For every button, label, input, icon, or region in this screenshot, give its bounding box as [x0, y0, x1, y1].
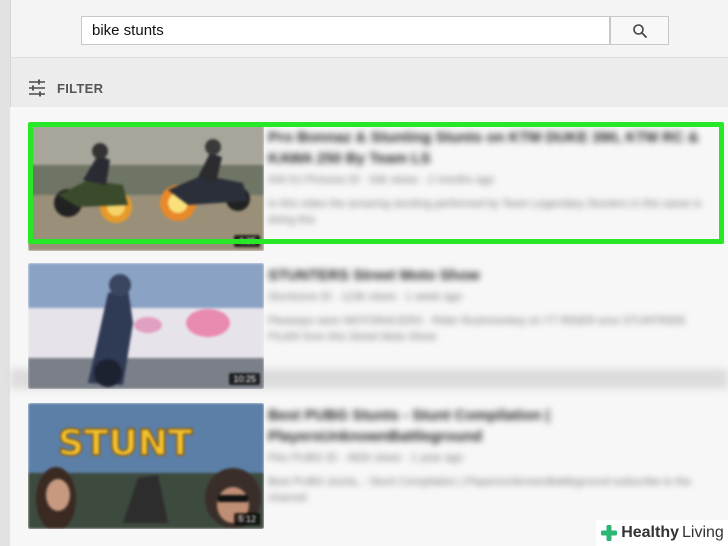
result-item[interactable]: STUNT 5:12 Best PUBG Stunts - Stunt Comp… [10, 403, 728, 533]
watermark: Healthy Living [596, 520, 728, 546]
result-title[interactable]: Best PUBG Stunts - Stunt Compilation | P… [268, 405, 718, 447]
result-description: In this video the amazing stunting perfo… [268, 198, 702, 226]
watermark-brand-light: Living [681, 524, 724, 541]
search-icon [632, 23, 647, 38]
search-input[interactable] [81, 16, 610, 45]
result-meta: STUNTERS Street Moto Show Stuntzone ID ·… [268, 265, 718, 345]
video-thumbnail[interactable]: 4:35 [28, 125, 264, 251]
result-item[interactable]: 10:25 STUNTERS Street Moto Show Stuntzon… [10, 263, 728, 393]
result-channel[interactable]: Stuntzone ID · 123k views · 1 week ago [268, 291, 718, 303]
filter-sliders-icon [29, 79, 45, 97]
video-duration: 10:25 [229, 373, 260, 385]
result-meta: Pro Bonnaz & Stunting Stunts on KTM DUKE… [268, 127, 718, 228]
video-duration: 5:12 [234, 513, 260, 525]
cross-logo-icon [601, 525, 618, 541]
video-thumbnail[interactable]: 10:25 [28, 263, 264, 389]
result-meta: Best PUBG Stunts - Stunt Compilation | P… [268, 405, 718, 506]
results-list: 4:35 Pro Bonnaz & Stunting Stunts on KTM… [10, 107, 728, 546]
filter-button[interactable]: FILTER [27, 76, 103, 100]
result-title[interactable]: Pro Bonnaz & Stunting Stunts on KTM DUKE… [268, 127, 718, 169]
result-channel[interactable]: ANI DJ Pictures ID · 93k views · 2 month… [268, 174, 718, 186]
filter-label: FILTER [57, 80, 104, 96]
video-thumbnail[interactable]: STUNT 5:12 [28, 403, 264, 529]
watermark-brand-bold: Healthy [621, 524, 679, 541]
result-description: Best PUBG stunts, - Stunt Compilation | … [268, 476, 691, 504]
thumbnail-stunt-text: STUNT [58, 423, 193, 464]
result-title[interactable]: STUNTERS Street Moto Show [268, 265, 718, 286]
result-channel[interactable]: Flex PUBG ID · 482k views · 1 year ago [268, 452, 718, 464]
result-item[interactable]: 4:35 Pro Bonnaz & Stunting Stunts on KTM… [10, 125, 728, 255]
video-duration: 4:35 [234, 235, 260, 247]
search-button[interactable] [610, 16, 669, 45]
result-description: Pleasepo seen MOTORACERS · Rider Rushmon… [268, 315, 686, 343]
